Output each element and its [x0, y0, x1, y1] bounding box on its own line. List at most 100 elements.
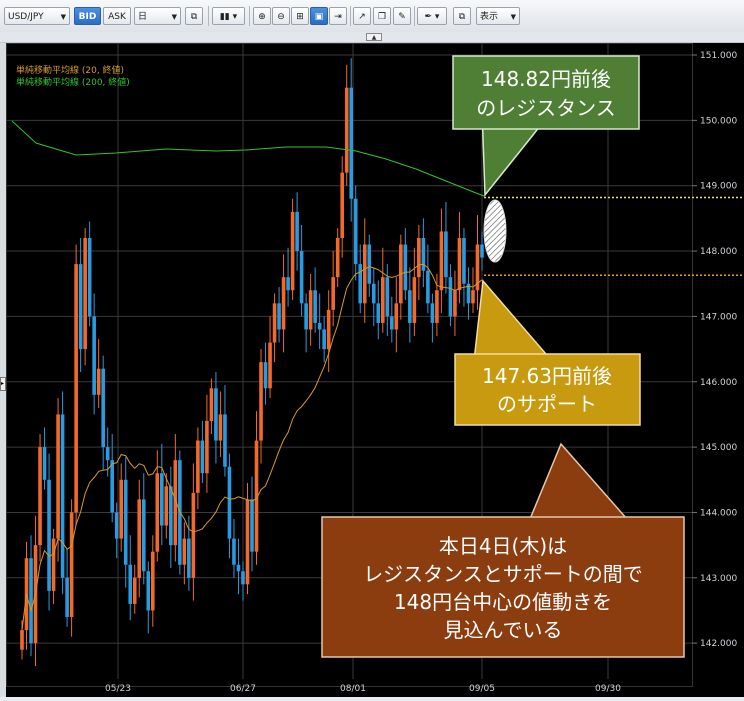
y-tick-label: 145.000 [700, 443, 737, 453]
bid-button[interactable]: BID [74, 7, 101, 25]
candle-body [344, 87, 349, 173]
draw-pen-icon[interactable]: ✒ ▾ [417, 7, 447, 25]
zoom-in-icon[interactable]: ⊕ [253, 7, 271, 25]
compare-icon[interactable]: ⧉ [185, 7, 203, 25]
candle-body [78, 264, 83, 350]
outlook-callout-pointer [528, 442, 629, 520]
candle-body [335, 237, 340, 278]
candle-type-icon[interactable]: ▮▮ ▾ [212, 7, 245, 25]
period-label: 日 [138, 12, 148, 22]
candle-body [56, 414, 60, 539]
candle-body [281, 277, 286, 330]
candle-body [232, 538, 236, 565]
candle-body [191, 492, 196, 578]
panel-icon[interactable]: ▣ [310, 7, 328, 25]
ask-button[interactable]: ASK [103, 7, 131, 25]
candle-body [218, 414, 223, 441]
candle-body [439, 231, 444, 291]
x-tick-label: 05/23 [105, 684, 131, 694]
candle-body [182, 538, 187, 565]
scroll-right-icon[interactable]: ⇥ [329, 7, 347, 25]
candle-body [340, 172, 344, 238]
zoom-out-icon[interactable]: ⊖ [272, 7, 290, 25]
y-tick-label: 148.000 [700, 247, 737, 257]
candle-body [353, 198, 358, 265]
candle-body [362, 244, 367, 304]
y-tick-label: 151.000 [700, 51, 737, 61]
candle-body [87, 237, 92, 317]
chart-area[interactable]: 151.000 150.000 149.000 148.000 147.000 146.0… [6, 43, 744, 697]
candle-body [200, 440, 205, 474]
candle-body [187, 538, 191, 578]
y-tick-label: 146.000 [700, 378, 737, 388]
outlook-text-4: 見込んでいる [444, 618, 563, 642]
candle-body [42, 447, 47, 480]
y-tick-label: 149.000 [700, 182, 737, 192]
copy-icon[interactable]: ❐ [373, 7, 391, 25]
display-label: 表示 [480, 12, 499, 22]
x-axis-labels: 05/23 06/27 08/01 09/05 09/30 [105, 684, 621, 694]
candle-body [435, 290, 439, 323]
candle-body [236, 564, 241, 572]
candle-body [349, 87, 354, 199]
candle-body [462, 237, 466, 284]
candle-body [241, 571, 245, 585]
candle-body [268, 342, 272, 389]
chevron-down-icon: ▼ [171, 13, 177, 21]
candle-body [250, 499, 254, 552]
period-select[interactable]: 日 ▼ [134, 7, 181, 25]
candle-body [227, 466, 232, 539]
outlook-text-3: 148円台中心の値動きを [394, 590, 612, 614]
candle-body [51, 538, 56, 591]
candle-body [453, 290, 457, 317]
candle-body [223, 414, 227, 467]
candle-body [376, 303, 381, 323]
candle-body [160, 473, 164, 526]
chevron-down-icon: ▼ [60, 13, 66, 21]
window-icon[interactable]: ⧉ [453, 7, 471, 25]
candle-body [146, 571, 151, 611]
candle-body [380, 277, 385, 323]
candle-body [448, 277, 453, 317]
resistance-text-1: 148.82円前後 [481, 67, 611, 91]
candle-body [155, 473, 160, 552]
candle-body [137, 499, 142, 578]
candle-body [92, 316, 96, 395]
display-menu[interactable]: 表示 ▼ [476, 7, 520, 25]
candle-body [385, 277, 390, 317]
candle-body [119, 479, 124, 539]
candle-body [290, 211, 295, 291]
candle-body [408, 290, 412, 323]
y-tick-label: 143.000 [700, 574, 737, 584]
y-tick-label: 147.000 [700, 312, 737, 322]
price-chart[interactable]: 151.000 150.000 149.000 148.000 147.000 146.0… [6, 43, 744, 697]
candle-body [83, 237, 87, 350]
annotate-icon[interactable]: ✎ [393, 7, 411, 25]
candle-body [331, 277, 335, 310]
candle-body [286, 277, 290, 291]
candle-body [308, 290, 313, 330]
candle-body [444, 231, 448, 278]
candle-body [480, 244, 484, 258]
candle-body [38, 447, 42, 546]
candle-body [403, 244, 408, 291]
candle-body [317, 322, 322, 330]
candle-body [412, 277, 417, 323]
candle-body [263, 362, 268, 389]
candle-body [326, 309, 331, 350]
candle-body [209, 388, 214, 421]
candle-body [313, 290, 317, 323]
candle-body [259, 362, 263, 441]
candle-body [105, 447, 110, 461]
symbol-select[interactable]: USD/JPY ▼ [4, 7, 70, 25]
candle-body [141, 499, 146, 572]
candle-body [29, 558, 33, 644]
export-icon[interactable]: ↗ [353, 7, 371, 25]
collapse-toggle-icon[interactable]: ▲ [366, 33, 382, 41]
candle-body [20, 630, 24, 650]
candle-body [299, 251, 304, 304]
candle-body [214, 388, 218, 441]
y-tick-label: 150.000 [700, 116, 737, 126]
candle-body [101, 368, 105, 448]
grid-icon[interactable]: ⊞ [291, 7, 309, 25]
